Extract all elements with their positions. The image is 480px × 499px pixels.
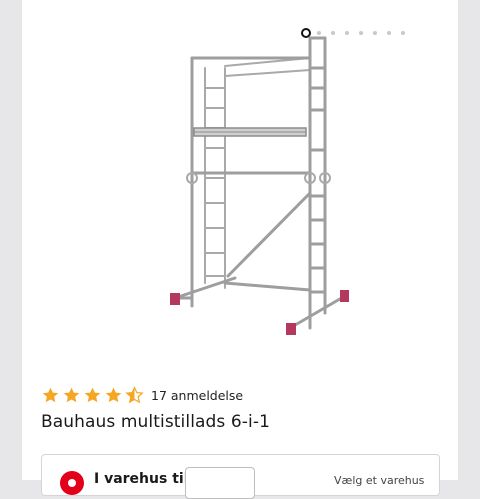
store-label: I varehus til — [94, 471, 189, 487]
review-count[interactable]: 17 anmeldelse — [151, 388, 243, 403]
choose-store-link[interactable]: Vælg et varehus — [334, 474, 424, 487]
star-full-icon — [105, 387, 122, 402]
star-half-icon — [125, 385, 144, 403]
quantity-input[interactable] — [185, 467, 255, 499]
star-full-icon — [42, 387, 59, 402]
store-availability-panel: I varehus til Vælg et varehus — [41, 454, 440, 499]
rating-row[interactable]: 17 anmeldelse — [41, 384, 243, 406]
carousel-dot-6[interactable] — [373, 31, 377, 35]
store-location-icon — [60, 471, 84, 495]
star-full-icon — [84, 387, 101, 402]
star-full-icon — [63, 387, 80, 402]
product-image[interactable] — [160, 28, 360, 346]
product-title: Bauhaus multistillads 6-i-1 — [41, 412, 271, 432]
rating-stars — [41, 385, 146, 405]
carousel-dot-7[interactable] — [387, 31, 391, 35]
carousel-dot-8[interactable] — [401, 31, 405, 35]
product-card: 17 anmeldelse Bauhaus multistillads 6-i-… — [22, 0, 458, 499]
